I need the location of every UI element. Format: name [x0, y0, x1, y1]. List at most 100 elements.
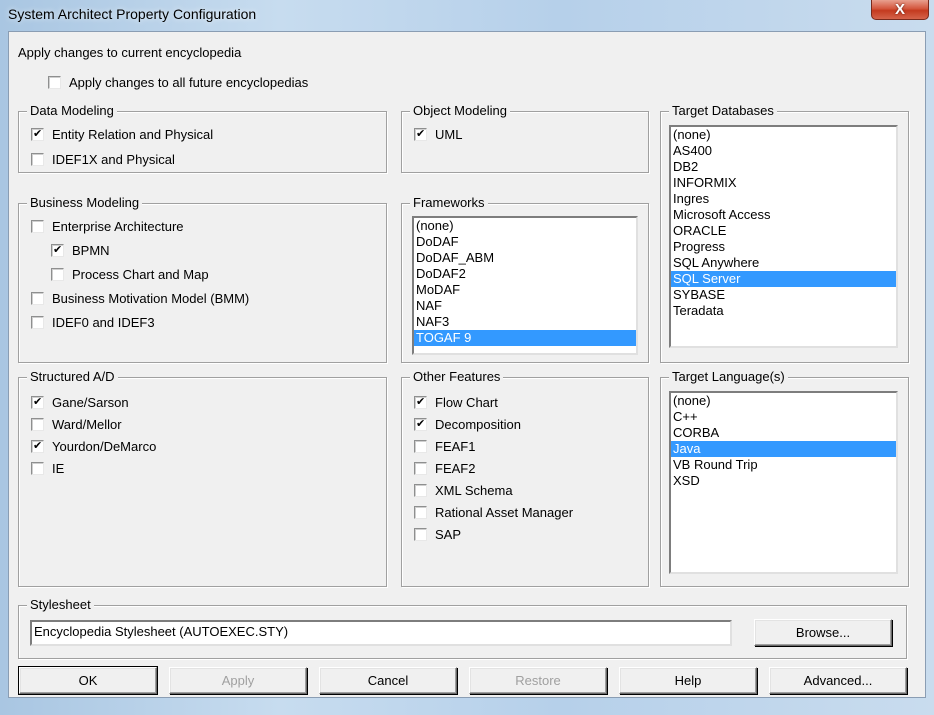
list-item[interactable]: DB2 — [671, 159, 896, 175]
checkmark-icon: ✔ — [416, 127, 426, 140]
frameworks-listbox[interactable]: (none) DoDAF DoDAF_ABM DoDAF2 MoDAF NAF NAF3 TO… — [412, 216, 638, 355]
structured-ad-option[interactable]: ✔ Gane/Sarson — [31, 393, 129, 411]
checkbox-label: Ward/Mellor — [52, 416, 122, 432]
business-modeling-option[interactable]: ✔ BPMN — [51, 241, 110, 259]
list-item[interactable]: DoDAF2 — [414, 266, 636, 282]
object-modeling-group: Object Modeling ✔ UML — [401, 103, 649, 173]
list-item[interactable]: Teradata — [671, 303, 896, 319]
data-modeling-option[interactable]: IDEF1X and Physical — [31, 150, 175, 168]
checkbox-label: IDEF0 and IDEF3 — [52, 314, 155, 330]
title-bar[interactable]: System Architect Property Configuration … — [0, 0, 934, 30]
checkbox-box[interactable]: ✔ — [414, 417, 427, 431]
checkbox-box[interactable] — [414, 483, 427, 497]
list-item[interactable]: (none) — [414, 218, 636, 234]
data-modeling-option[interactable]: ✔ Entity Relation and Physical — [31, 125, 213, 143]
checkbox-label: IDEF1X and Physical — [52, 151, 175, 167]
checkbox-box[interactable]: ✔ — [31, 395, 44, 409]
advanced-button[interactable]: Advanced... — [769, 667, 907, 694]
checkbox-box[interactable] — [51, 267, 64, 281]
object-modeling-option[interactable]: ✔ UML — [414, 125, 462, 143]
list-item[interactable]: (none) — [671, 127, 896, 143]
list-item[interactable]: VB Round Trip — [671, 457, 896, 473]
list-item[interactable]: Ingres — [671, 191, 896, 207]
checkbox-label: Process Chart and Map — [72, 266, 209, 282]
frameworks-group: Frameworks (none) DoDAF DoDAF_ABM DoDAF2 MoD… — [401, 195, 649, 363]
structured-ad-option[interactable]: Ward/Mellor — [31, 415, 122, 433]
target-languages-group: Target Language(s) (none) C++ CORBA Java VB … — [660, 369, 909, 587]
list-item[interactable]: INFORMIX — [671, 175, 896, 191]
list-item[interactable]: C++ — [671, 409, 896, 425]
list-item[interactable]: DoDAF — [414, 234, 636, 250]
checkbox-label: Entity Relation and Physical — [52, 126, 214, 142]
checkbox-box[interactable] — [31, 315, 44, 329]
business-modeling-option[interactable]: Enterprise Architecture — [31, 217, 184, 235]
checkbox-box[interactable] — [31, 417, 44, 431]
group-title: Structured A/D — [27, 369, 118, 385]
restore-button[interactable]: Restore — [469, 667, 607, 694]
list-item[interactable]: SYBASE — [671, 287, 896, 303]
list-item[interactable]: SQL Server — [671, 271, 896, 287]
checkbox-box[interactable] — [414, 461, 427, 475]
checkbox-box[interactable] — [31, 152, 44, 166]
checkbox-box[interactable] — [31, 291, 44, 305]
structured-ad-option[interactable]: ✔ Yourdon/DeMarco — [31, 437, 156, 455]
target-languages-listbox[interactable]: (none) C++ CORBA Java VB Round Trip XSD — [669, 391, 898, 574]
dialog-client-area: Apply changes to current encyclopedia Ap… — [8, 31, 926, 698]
checkmark-icon: ✔ — [33, 439, 43, 452]
list-item[interactable]: AS400 — [671, 143, 896, 159]
checkbox-label: Gane/Sarson — [52, 394, 129, 410]
list-item[interactable]: MoDAF — [414, 282, 636, 298]
apply-future-checkbox[interactable]: Apply changes to all future encyclopedia… — [48, 73, 308, 91]
other-features-option[interactable]: XML Schema — [414, 481, 513, 499]
checkbox-box[interactable]: ✔ — [31, 439, 44, 453]
business-modeling-group: Business Modeling Enterprise Architectur… — [18, 195, 387, 363]
list-item[interactable]: SQL Anywhere — [671, 255, 896, 271]
other-features-option[interactable]: ✔ Decomposition — [414, 415, 521, 433]
business-modeling-option[interactable]: IDEF0 and IDEF3 — [31, 313, 155, 331]
list-item[interactable]: Microsoft Access — [671, 207, 896, 223]
data-modeling-group: Data Modeling ✔ Entity Relation and Phys… — [18, 103, 387, 173]
checkbox-box[interactable]: ✔ — [51, 243, 64, 257]
checkbox-box[interactable] — [48, 75, 61, 89]
list-item[interactable]: XSD — [671, 473, 896, 489]
target-databases-listbox[interactable]: (none) AS400 DB2 INFORMIX Ingres Microsoft Ac… — [669, 125, 898, 348]
list-item[interactable]: DoDAF_ABM — [414, 250, 636, 266]
checkbox-label: IE — [52, 460, 65, 476]
checkmark-icon: ✔ — [416, 395, 426, 408]
business-modeling-option[interactable]: Process Chart and Map — [51, 265, 209, 283]
checkbox-box[interactable] — [31, 219, 44, 233]
checkbox-box[interactable] — [414, 505, 427, 519]
list-item[interactable]: (none) — [671, 393, 896, 409]
business-modeling-option[interactable]: Business Motivation Model (BMM) — [31, 289, 249, 307]
structured-ad-group: Structured A/D ✔ Gane/Sarson Ward/Mellor… — [18, 369, 387, 587]
apply-button[interactable]: Apply — [169, 667, 307, 694]
checkbox-box[interactable]: ✔ — [31, 127, 44, 141]
checkbox-label: Apply changes to all future encyclopedia… — [69, 74, 309, 90]
checkbox-box[interactable] — [414, 527, 427, 541]
help-button[interactable]: Help — [619, 667, 757, 694]
list-item[interactable]: NAF3 — [414, 314, 636, 330]
other-features-option[interactable]: Rational Asset Manager — [414, 503, 573, 521]
list-item[interactable]: CORBA — [671, 425, 896, 441]
other-features-option[interactable]: ✔ Flow Chart — [414, 393, 498, 411]
other-features-option[interactable]: SAP — [414, 525, 461, 543]
list-item[interactable]: TOGAF 9 — [414, 330, 636, 346]
other-features-option[interactable]: FEAF1 — [414, 437, 475, 455]
browse-button[interactable]: Browse... — [754, 619, 892, 646]
structured-ad-option[interactable]: IE — [31, 459, 64, 477]
list-item[interactable]: Progress — [671, 239, 896, 255]
stylesheet-group: Stylesheet Encyclopedia Stylesheet (AUTO… — [18, 597, 907, 659]
checkbox-box[interactable]: ✔ — [414, 395, 427, 409]
checkbox-box[interactable] — [31, 461, 44, 475]
list-item[interactable]: Java — [671, 441, 896, 457]
close-button[interactable]: X — [871, 0, 929, 20]
checkbox-label: FEAF1 — [435, 438, 476, 454]
checkbox-box[interactable] — [414, 439, 427, 453]
other-features-option[interactable]: FEAF2 — [414, 459, 475, 477]
cancel-button[interactable]: Cancel — [319, 667, 457, 694]
list-item[interactable]: NAF — [414, 298, 636, 314]
stylesheet-input[interactable]: Encyclopedia Stylesheet (AUTOEXEC.STY) — [30, 620, 732, 646]
list-item[interactable]: ORACLE — [671, 223, 896, 239]
ok-button[interactable]: OK — [18, 666, 158, 695]
checkbox-box[interactable]: ✔ — [414, 127, 427, 141]
